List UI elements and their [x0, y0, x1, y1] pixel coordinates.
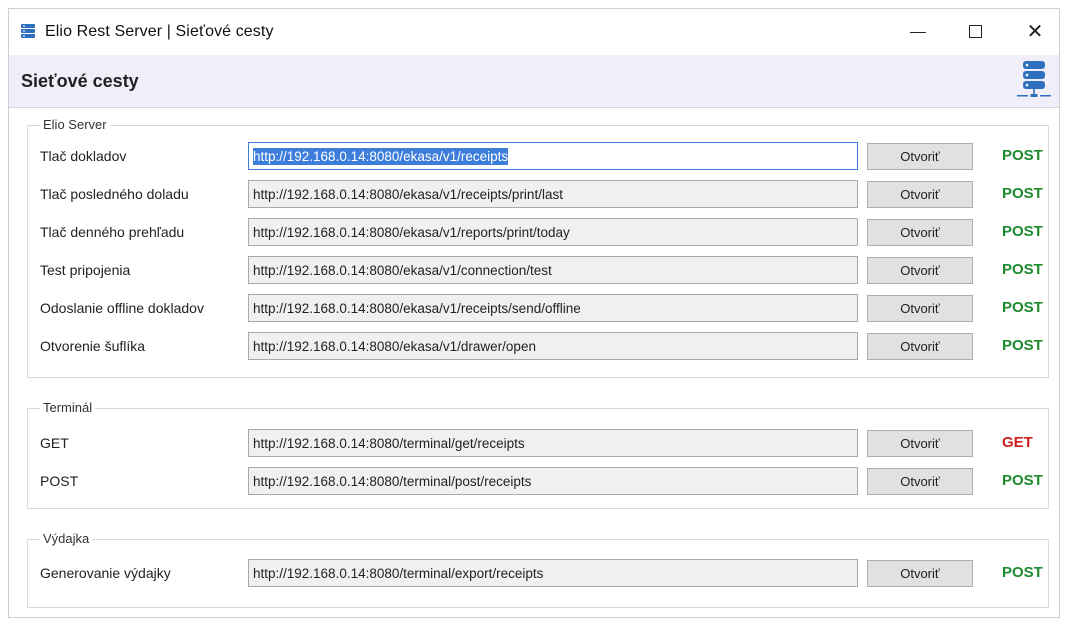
route-label: GET: [40, 435, 69, 451]
close-button[interactable]: ✕: [1012, 9, 1058, 55]
open-button[interactable]: Otvoriť: [867, 219, 973, 246]
group-label: Elio Server: [40, 117, 110, 132]
open-button[interactable]: Otvoriť: [867, 295, 973, 322]
group-label: Výdajka: [40, 531, 93, 546]
route-row: Tlač denného prehľadu http://192.168.0.1…: [28, 217, 1048, 247]
route-label: POST: [40, 473, 79, 489]
url-field[interactable]: http://192.168.0.14:8080/terminal/get/re…: [248, 429, 858, 457]
open-button[interactable]: Otvoriť: [867, 560, 973, 587]
route-row: Generovanie výdajky http://192.168.0.14:…: [28, 558, 1048, 588]
url-field[interactable]: http://192.168.0.14:8080/terminal/post/r…: [248, 467, 858, 495]
page-header: Sieťové cesty: [9, 55, 1059, 108]
url-field[interactable]: http://192.168.0.14:8080/ekasa/v1/report…: [248, 218, 858, 246]
method-badge: POST: [1002, 299, 1043, 316]
route-row: Tlač dokladov http://192.168.0.14:8080/e…: [28, 141, 1048, 171]
minimize-button[interactable]: [895, 9, 941, 55]
route-row: Tlač posledného doladu http://192.168.0.…: [28, 179, 1048, 209]
route-label: Test pripojenia: [40, 262, 131, 278]
open-button[interactable]: Otvoriť: [867, 430, 973, 457]
url-field[interactable]: http://192.168.0.14:8080/ekasa/v1/drawer…: [248, 332, 858, 360]
url-field[interactable]: http://192.168.0.14:8080/ekasa/v1/receip…: [248, 180, 858, 208]
close-icon: ✕: [1026, 21, 1044, 43]
method-badge: POST: [1002, 223, 1043, 240]
open-button[interactable]: Otvoriť: [867, 181, 973, 208]
route-label: Tlač denného prehľadu: [40, 224, 185, 240]
url-field[interactable]: http://192.168.0.14:8080/ekasa/v1/connec…: [248, 256, 858, 284]
server-icon: [21, 24, 35, 40]
route-label: Generovanie výdajky: [40, 565, 171, 581]
group-label: Terminál: [40, 400, 96, 415]
route-label: Odoslanie offline dokladov: [40, 300, 204, 316]
open-button[interactable]: Otvoriť: [867, 333, 973, 360]
method-badge: POST: [1002, 564, 1043, 581]
method-badge: POST: [1002, 185, 1043, 202]
method-badge: POST: [1002, 472, 1043, 489]
network-server-icon: [1015, 61, 1053, 103]
open-button[interactable]: Otvoriť: [867, 468, 973, 495]
title-bar: Elio Rest Server | Sieťové cesty ✕: [9, 9, 1059, 55]
route-row: Odoslanie offline dokladov http://192.16…: [28, 293, 1048, 323]
url-field[interactable]: http://192.168.0.14:8080/terminal/export…: [248, 559, 858, 587]
route-label: Otvorenie šuflíka: [40, 338, 146, 354]
group-terminal: Terminál GET http://192.168.0.14:8080/te…: [27, 400, 1049, 509]
url-field[interactable]: http://192.168.0.14:8080/ekasa/v1/receip…: [248, 294, 858, 322]
route-row: GET http://192.168.0.14:8080/terminal/ge…: [28, 428, 1048, 458]
route-row: POST http://192.168.0.14:8080/terminal/p…: [28, 466, 1048, 496]
group-elio-server: Elio Server Tlač dokladov http://192.168…: [27, 117, 1049, 378]
app-window: Elio Rest Server | Sieťové cesty ✕ Sieťo…: [8, 8, 1060, 618]
page-title: Sieťové cesty: [21, 71, 139, 91]
open-button[interactable]: Otvoriť: [867, 143, 973, 170]
window-title: Elio Rest Server | Sieťové cesty: [45, 23, 274, 40]
route-row: Test pripojenia http://192.168.0.14:8080…: [28, 255, 1048, 285]
group-vydajka: Výdajka Generovanie výdajky http://192.1…: [27, 531, 1049, 608]
open-button[interactable]: Otvoriť: [867, 257, 973, 284]
method-badge: POST: [1002, 147, 1043, 164]
method-badge: POST: [1002, 261, 1043, 278]
route-label: Tlač posledného doladu: [40, 186, 189, 202]
method-badge: POST: [1002, 337, 1043, 354]
maximize-button[interactable]: [952, 9, 998, 55]
url-field[interactable]: http://192.168.0.14:8080/ekasa/v1/receip…: [248, 142, 858, 170]
url-text: http://192.168.0.14:8080/ekasa/v1/receip…: [253, 148, 509, 165]
route-label: Tlač dokladov: [40, 148, 127, 164]
method-badge: GET: [1002, 434, 1033, 451]
route-row: Otvorenie šuflíka http://192.168.0.14:80…: [28, 331, 1048, 361]
